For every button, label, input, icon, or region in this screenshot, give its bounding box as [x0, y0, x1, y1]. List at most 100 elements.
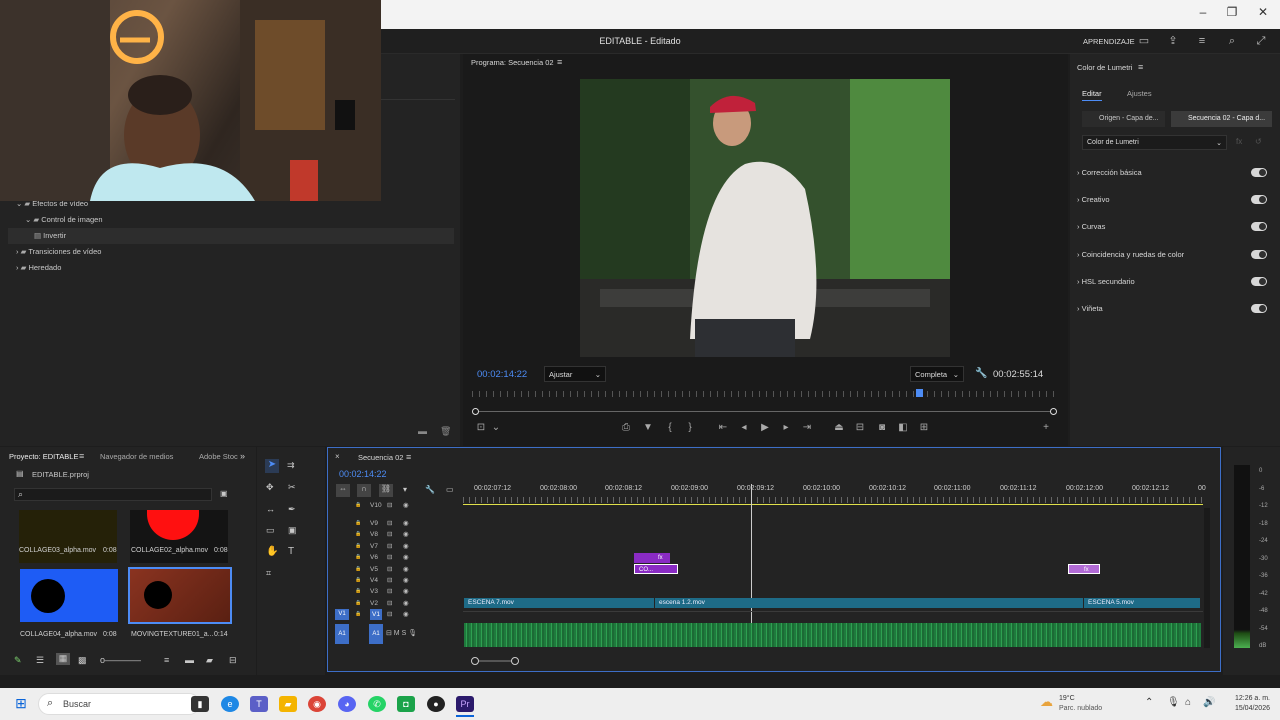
snap-icon[interactable]: ∩: [357, 484, 371, 497]
lift-icon[interactable]: ⏏: [832, 421, 846, 435]
icon-view-icon[interactable]: ▦: [56, 653, 70, 665]
lock-icon[interactable]: 🔒: [355, 586, 361, 597]
close-button[interactable]: ✕: [1248, 2, 1278, 22]
fit-select[interactable]: Ajustar ⌄: [544, 366, 606, 382]
panel-menu-icon[interactable]: ≡: [1138, 62, 1143, 72]
pencil-icon[interactable]: ✎: [14, 655, 22, 666]
lock-icon[interactable]: 🔒: [355, 552, 361, 563]
lock-icon[interactable]: 🔒: [355, 598, 361, 609]
lumetri-section[interactable]: › Coincidencia y ruedas de color: [1077, 246, 1267, 264]
eye-icon[interactable]: ◉: [403, 500, 409, 511]
rectangle-tool-icon[interactable]: ▭: [266, 525, 275, 536]
panel-menu-icon[interactable]: ≡: [79, 451, 84, 461]
work-area-bar[interactable]: [463, 504, 1203, 505]
safe-margins-icon[interactable]: ⊡: [474, 421, 488, 435]
tree-item[interactable]: ⌄ ▰ Control de imagen: [25, 212, 103, 228]
weather-temp[interactable]: 19°C: [1059, 695, 1075, 702]
search-icon[interactable]: ⌕: [1225, 35, 1239, 47]
eye-icon[interactable]: ◉: [403, 575, 409, 586]
thumb-collage02[interactable]: [130, 510, 228, 563]
close-sequence-icon[interactable]: ×: [335, 452, 340, 461]
section-toggle[interactable]: [1251, 277, 1267, 286]
selection-tool-icon[interactable]: ➤: [265, 459, 279, 473]
video-track-header[interactable]: 🔒 V8 ⊟ ◉: [352, 529, 462, 540]
lock-icon[interactable]: 🔒: [355, 575, 361, 586]
lumetri-section[interactable]: › Creativo: [1077, 191, 1267, 209]
lumetri-section[interactable]: › Curvas: [1077, 218, 1267, 236]
eye-icon[interactable]: ◉: [403, 529, 409, 540]
pen-tool-icon[interactable]: ✒: [288, 504, 296, 515]
freeform-view-icon[interactable]: ▩: [78, 655, 87, 666]
sort-icon[interactable]: ≡: [164, 655, 169, 665]
clip-v5-collage[interactable]: CO...: [634, 564, 678, 574]
video-track-header[interactable]: 🔒 V6 ⊟ ◉: [352, 552, 462, 563]
sequence-tab[interactable]: Secuencia 02: [358, 453, 403, 462]
eye-icon[interactable]: ◉: [403, 564, 409, 575]
video-track-header[interactable]: 🔒 V7 ⊟ ◉: [352, 541, 462, 552]
maximize-button[interactable]: ❐: [1217, 2, 1247, 22]
compare-icon[interactable]: ◧: [896, 421, 910, 435]
wrench-icon[interactable]: 🔧: [975, 368, 987, 379]
sync-lock-icon[interactable]: ⊟: [387, 575, 392, 586]
whatsapp-icon[interactable]: ✆: [368, 696, 386, 712]
sync-lock-icon[interactable]: ⊟: [387, 598, 392, 609]
fullscreen-icon[interactable]: ⤢: [1254, 35, 1268, 47]
eye-icon[interactable]: ◉: [403, 541, 409, 552]
a1-source-patch[interactable]: A1: [335, 624, 349, 644]
tab-adobe-stock[interactable]: Adobe Stoc: [199, 452, 238, 461]
more-panels-icon[interactable]: »: [240, 451, 245, 461]
video-track-header[interactable]: 🔒 V4 ⊟ ◉: [352, 575, 462, 586]
audio-waveform-a1[interactable]: [464, 623, 1201, 647]
section-toggle[interactable]: [1251, 222, 1267, 231]
lock-icon[interactable]: 🔒: [355, 500, 361, 511]
network-icon[interactable]: ⌂: [1185, 697, 1191, 708]
app-icon[interactable]: ◘: [397, 696, 415, 712]
tab-editar[interactable]: Editar: [1082, 89, 1102, 101]
lock-icon[interactable]: 🔒: [355, 609, 361, 620]
clock-time[interactable]: 12:26 a. m.: [1228, 695, 1270, 702]
section-toggle[interactable]: [1251, 168, 1267, 177]
program-current-timecode[interactable]: 00:02:14:22: [477, 369, 527, 380]
eye-icon[interactable]: ◉: [403, 586, 409, 597]
zoom-slider[interactable]: o————: [100, 655, 141, 665]
play-icon[interactable]: ▶: [758, 421, 772, 435]
add-marker-icon[interactable]: ▼: [641, 421, 655, 435]
lumetri-section[interactable]: › Viñeta: [1077, 300, 1267, 318]
program-time-ruler[interactable]: [472, 391, 1057, 397]
clip-v1-escena7[interactable]: ESCENA 7.mov: [464, 598, 654, 608]
step-forward-icon[interactable]: ▸: [779, 421, 793, 435]
section-toggle[interactable]: [1251, 304, 1267, 313]
section-toggle[interactable]: [1251, 195, 1267, 204]
workspaces-icon[interactable]: ≡: [1195, 35, 1209, 47]
lumetri-section[interactable]: › Corrección básica: [1077, 164, 1267, 182]
share-icon[interactable]: ⇪: [1166, 35, 1180, 47]
delete-icon[interactable]: 🗑: [440, 426, 451, 437]
clip-v6-fx[interactable]: fx: [634, 553, 670, 563]
program-playhead[interactable]: [916, 389, 923, 397]
file-explorer-icon[interactable]: ▰: [279, 696, 297, 712]
nest-toggle-icon[interactable]: ⇔: [336, 484, 350, 497]
step-back-icon[interactable]: ◂: [737, 421, 751, 435]
sync-lock-icon[interactable]: ⊟: [387, 541, 392, 552]
sequence-clip-tab[interactable]: Secuencia 02 - Capa d...: [1171, 111, 1272, 127]
type-tool-icon[interactable]: T: [288, 546, 294, 557]
audio-track-controls[interactable]: ⊟ M S 🎙: [386, 629, 456, 637]
camera-icon[interactable]: ◙: [875, 421, 889, 435]
chrome-icon[interactable]: ◉: [308, 696, 326, 712]
sync-lock-icon[interactable]: ⊟: [387, 609, 392, 620]
text-tool-alt-icon[interactable]: ▣: [288, 525, 297, 536]
video-track-header[interactable]: 🔒 V2 ⊟ ◉: [352, 598, 462, 609]
thumb-collage04[interactable]: [20, 569, 118, 622]
timeline-ruler-ticks[interactable]: [463, 497, 1203, 503]
a1-track-name[interactable]: A1: [369, 624, 383, 644]
new-item-folder-icon[interactable]: ▰: [206, 655, 213, 666]
tree-item[interactable]: ▤ Invertir: [34, 228, 66, 244]
tree-item[interactable]: › ▰ Heredado: [16, 260, 61, 276]
eye-icon[interactable]: ◉: [403, 552, 409, 563]
timeline-vertical-scrollbar[interactable]: [1204, 508, 1210, 648]
export-frame-icon[interactable]: ⎙: [619, 421, 633, 435]
timeline-current-timecode[interactable]: 00:02:14:22: [339, 469, 387, 479]
panel-menu-icon[interactable]: ≡: [406, 452, 411, 462]
video-track-header[interactable]: 🔒 V3 ⊟ ◉: [352, 586, 462, 597]
edge-icon[interactable]: e: [221, 696, 239, 712]
